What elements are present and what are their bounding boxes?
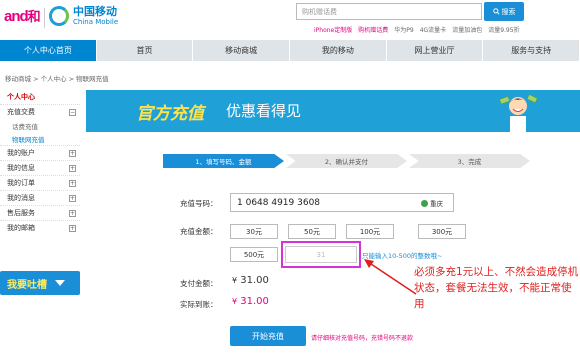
and-logo[interactable]: and和 <box>4 6 41 25</box>
nav-item-mall[interactable]: 移动商城 <box>193 40 291 61</box>
expand-icon[interactable]: + <box>69 164 76 172</box>
banner-subtitle: 优惠看得见 <box>226 102 302 120</box>
search-input[interactable]: 购机赠话费 <box>296 3 482 20</box>
hotwords-list: iPhone定制版 购机赠话费 华为P9 4G流量卡 流量加油包 流量9.95折 <box>314 25 520 34</box>
expand-icon[interactable]: + <box>69 209 76 217</box>
top-header: and和 中国移动 China Mobile 购机赠话费 搜索 iPhone定制… <box>0 0 580 40</box>
nav-item-home[interactable]: 首页 <box>97 40 194 61</box>
amount-option-50[interactable]: 50元 <box>288 224 336 239</box>
breadcrumb: 移动商城 > 个人中心 > 物联网充值 <box>5 75 109 83</box>
search-icon <box>492 8 500 15</box>
step-1: 1、填写号码、金额 <box>163 154 284 168</box>
amount-option-30[interactable]: 30元 <box>230 224 278 239</box>
receive-amount-value: ¥ 31.00 <box>232 296 269 307</box>
phone-label: 充值号码： <box>180 199 218 208</box>
main-nav: 个人中心首页 首页 移动商城 我的移动 网上营业厅 服务与支持 <box>0 40 580 61</box>
sidebar-item-after-sales[interactable]: 售后服务 + <box>0 205 80 220</box>
nav-item-online-hall[interactable]: 网上营业厅 <box>387 40 484 61</box>
sidebar-title: 个人中心 <box>7 93 35 101</box>
amount-option-500[interactable]: 500元 <box>230 247 278 262</box>
amount-option-100[interactable]: 100元 <box>346 224 394 239</box>
expand-icon[interactable]: + <box>69 149 76 157</box>
sidebar-item-orders[interactable]: 我的订单 + <box>0 175 80 190</box>
step-3: 3、完成 <box>409 154 530 168</box>
nav-item-personal-center[interactable]: 个人中心首页 <box>0 40 97 61</box>
hotword-link[interactable]: 4G流量卡 <box>420 25 446 34</box>
sidebar-item-phone-recharge[interactable]: 话费充值 <box>0 119 80 132</box>
hotword-link[interactable]: 购机赠话费 <box>358 25 388 34</box>
amount-label: 充值金额： <box>180 227 218 236</box>
sidebar-item-info[interactable]: 我的信息 + <box>0 160 80 175</box>
warning-note: 请仔细核对充值号码，充错号码不退款 <box>311 335 414 342</box>
expand-icon[interactable]: + <box>69 224 76 232</box>
region-indicator[interactable]: 重庆 <box>421 198 443 208</box>
promo-banner: 官方充值 优惠看得见 <box>86 90 580 132</box>
annotation-arrow-icon <box>364 259 417 295</box>
start-recharge-button[interactable]: 开始充值 <box>230 326 306 346</box>
annotation-highlight-box <box>281 241 361 268</box>
check-icon <box>421 199 428 207</box>
china-mobile-logo-text: 中国移动 China Mobile <box>73 5 119 26</box>
chevron-down-icon <box>55 280 65 286</box>
sidebar-item-account[interactable]: 我的账户 + <box>0 145 80 160</box>
search-button[interactable]: 搜索 <box>484 2 524 21</box>
hotword-link[interactable]: 流量9.95折 <box>488 25 519 34</box>
receive-amount-label: 实际到账： <box>180 300 218 309</box>
pay-amount-label: 支付金额： <box>180 279 218 288</box>
sidebar-item-iot-recharge[interactable]: 物联网充值 <box>0 132 80 145</box>
feedback-promo-button[interactable]: 我要吐槽 <box>0 271 80 295</box>
expand-icon[interactable]: + <box>69 179 76 187</box>
logo-divider <box>44 8 45 28</box>
hotword-link[interactable]: 流量加油包 <box>452 25 482 34</box>
nav-item-support[interactable]: 服务与支持 <box>483 40 580 61</box>
amount-option-300[interactable]: 300元 <box>418 224 466 239</box>
collapse-icon[interactable]: − <box>69 108 76 116</box>
step-2: 2、确认并支付 <box>286 154 407 168</box>
banner-title: 官方充值 <box>136 104 204 124</box>
hotword-link[interactable]: iPhone定制版 <box>314 25 352 34</box>
expand-icon[interactable]: + <box>69 194 76 202</box>
china-mobile-logo-icon[interactable] <box>49 6 69 26</box>
phone-number-input[interactable]: 1 0648 4919 3608 重庆 <box>230 193 454 212</box>
sidebar-group-recharge[interactable]: 充值交费 − <box>0 104 80 119</box>
hotword-link[interactable]: 华为P9 <box>394 25 413 34</box>
progress-steps: 1、填写号码、金额 2、确认并支付 3、完成 <box>163 154 532 168</box>
sidebar-item-mailbox[interactable]: 我的邮箱 + <box>0 220 80 235</box>
annotation-text: 必须多充1元以上、不然会造成停机状态，套餐无法生效，不能正常使用 <box>414 266 579 310</box>
nav-item-my-mobile[interactable]: 我的移动 <box>290 40 387 61</box>
sidebar-item-messages[interactable]: 我的消息 + <box>0 190 80 205</box>
happy-person-illustration-icon <box>499 94 538 132</box>
pay-amount-value: ¥ 31.00 <box>232 275 269 286</box>
